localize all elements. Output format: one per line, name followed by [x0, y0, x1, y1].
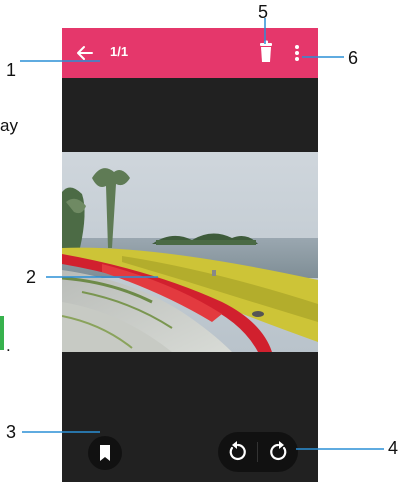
- callout-number-3: 3: [6, 422, 17, 442]
- side-text-fragment-2: .: [6, 336, 11, 355]
- callout-number-6: 6: [348, 48, 359, 68]
- partial-graphic: [0, 316, 4, 350]
- back-arrow-icon[interactable]: [74, 42, 96, 64]
- bookmark-icon: [100, 445, 110, 461]
- annotated-screenshot: 1/1 1 2 3 4 5 6 ay .: [0, 0, 402, 482]
- more-vert-icon[interactable]: [292, 42, 302, 64]
- rotate-right-icon[interactable]: [258, 432, 298, 472]
- callout-number-2: 2: [26, 267, 37, 287]
- trash-icon[interactable]: [258, 40, 274, 64]
- bookmark-button[interactable]: [88, 436, 122, 470]
- rotate-controls: [218, 432, 298, 472]
- app-bar: 1/1: [62, 28, 318, 78]
- side-text-fragment: ay: [0, 116, 18, 135]
- callout-number-1: 1: [6, 60, 17, 80]
- callout-number-5: 5: [258, 2, 269, 22]
- photo-image: [62, 152, 318, 352]
- rotate-left-icon[interactable]: [218, 432, 258, 472]
- callout-number-4: 4: [388, 438, 399, 458]
- image-counter: 1/1: [110, 44, 129, 59]
- phone-screen: 1/1: [62, 28, 318, 482]
